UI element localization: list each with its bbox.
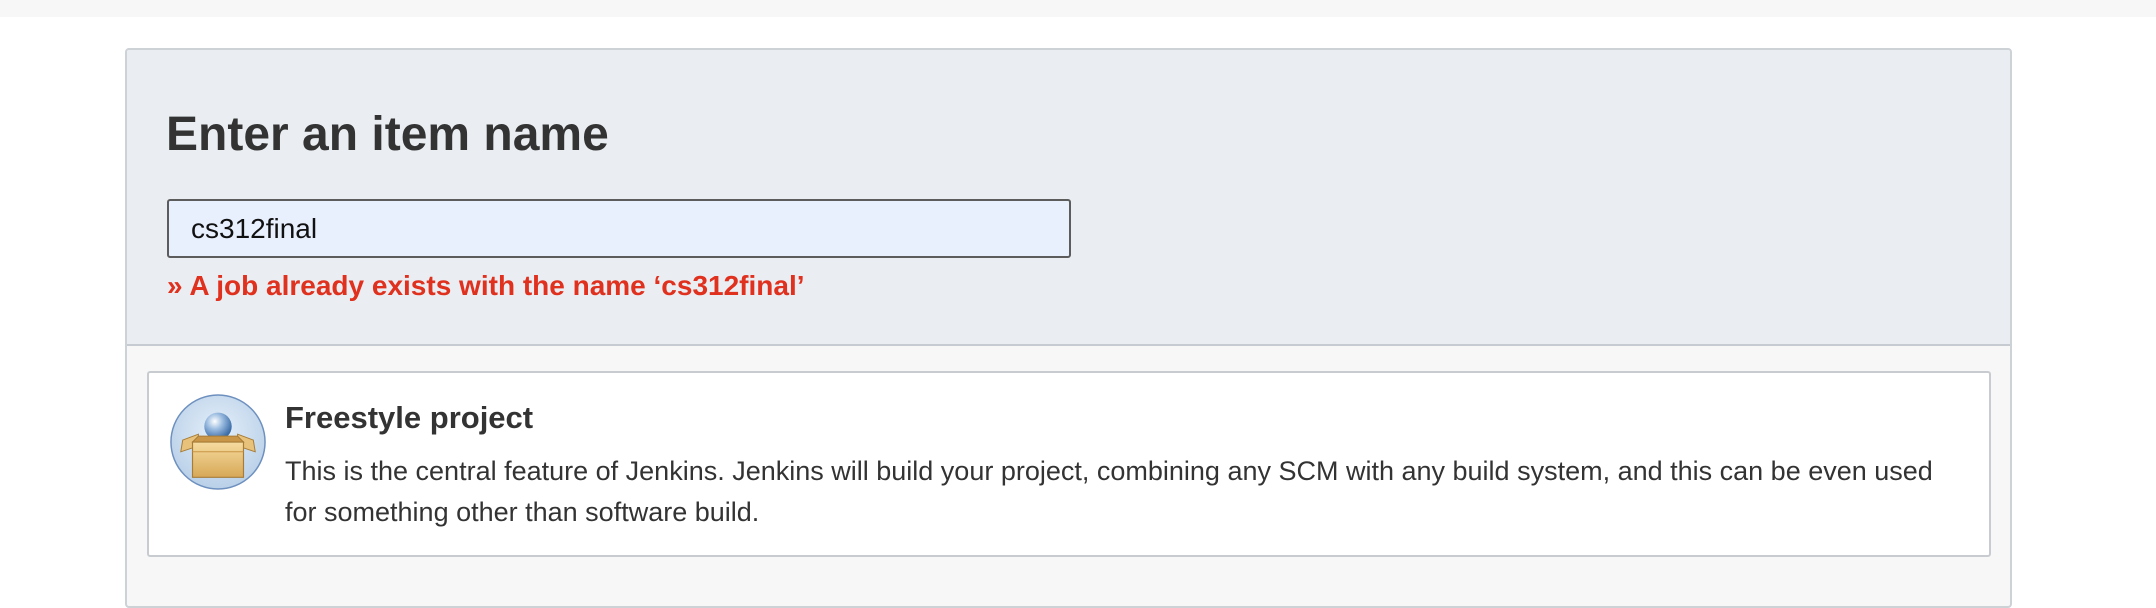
item-type-freestyle-project[interactable]: Freestyle project This is the central fe… xyxy=(147,371,1991,557)
name-exists-error: » A job already exists with the name ‘cs… xyxy=(167,270,805,301)
freestyle-package-icon xyxy=(170,394,266,490)
item-name-input[interactable] xyxy=(167,199,1071,258)
top-bar xyxy=(0,0,2156,17)
item-name-section: Enter an item name » A job already exist… xyxy=(127,50,2010,346)
item-type-description: This is the central feature of Jenkins. … xyxy=(285,456,1933,527)
new-item-panel: Enter an item name » A job already exist… xyxy=(125,48,2012,608)
item-type-title: Freestyle project xyxy=(285,400,534,435)
page-title: Enter an item name xyxy=(166,108,609,161)
